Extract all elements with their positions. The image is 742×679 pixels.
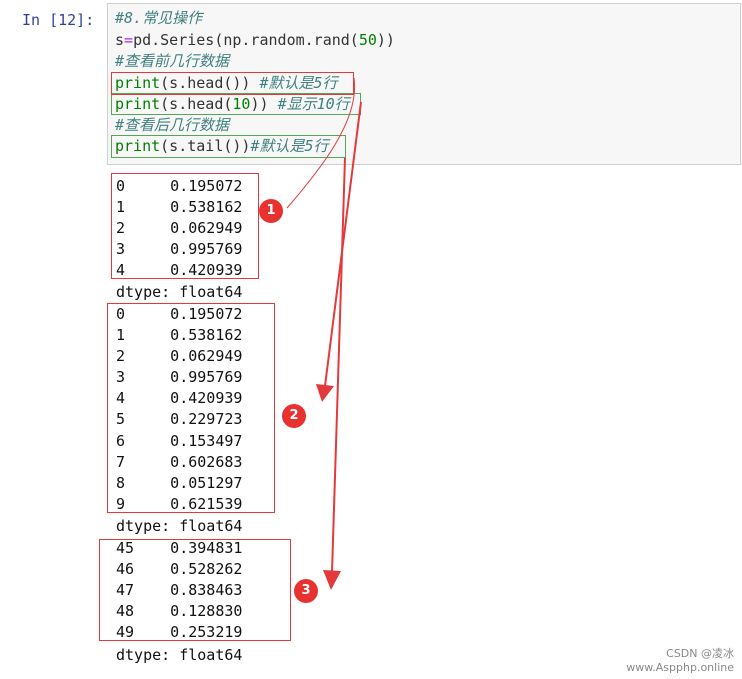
watermark-line: www.Aspphp.online — [626, 661, 734, 674]
badge-2: 2 — [282, 404, 306, 428]
watermark-line: CSDN @凌冰 — [666, 647, 734, 660]
annotation-arrows — [286, 77, 362, 590]
arrow-3 — [331, 157, 346, 573]
arrow-3-head — [323, 570, 341, 590]
arrow-2-head — [316, 384, 334, 402]
badge-1: 1 — [259, 199, 283, 223]
watermark: CSDN @凌冰 www.Aspphp.online — [626, 647, 734, 675]
badge-3: 3 — [294, 579, 318, 603]
